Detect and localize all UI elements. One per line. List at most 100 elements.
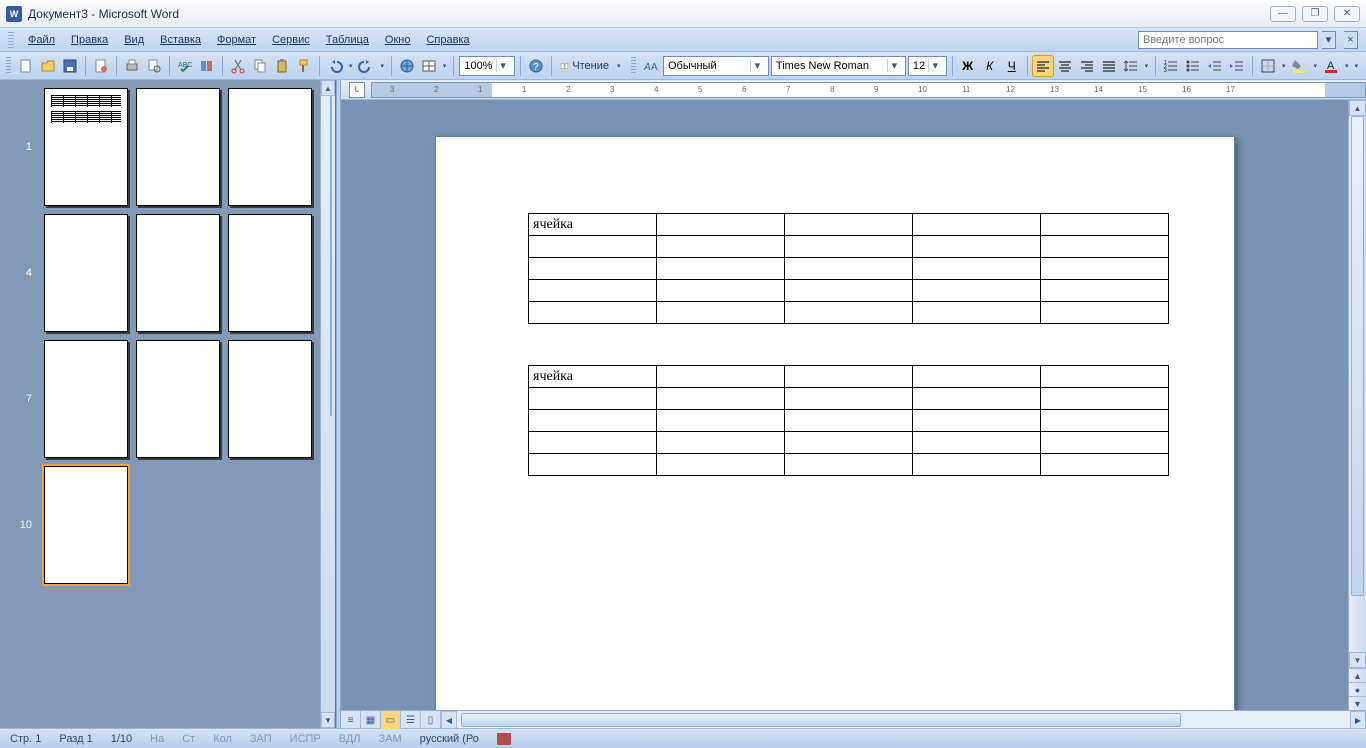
new-doc-button[interactable] <box>16 56 36 76</box>
bullets-button[interactable] <box>1183 56 1203 76</box>
table-cell[interactable] <box>657 280 785 302</box>
table-cell[interactable] <box>529 258 657 280</box>
table-cell[interactable] <box>785 214 913 236</box>
table-cell[interactable] <box>529 236 657 258</box>
read-mode-button[interactable]: Чтение <box>556 56 613 76</box>
web-view-button[interactable]: ▦ <box>361 711 381 729</box>
redo-button[interactable] <box>356 56 376 76</box>
status-page-counter[interactable]: 1/10 <box>111 733 132 745</box>
status-trk[interactable]: ИСПР <box>290 733 321 745</box>
table-cell[interactable] <box>657 388 785 410</box>
menu-insert[interactable]: Вставка <box>154 32 207 48</box>
table-cell[interactable] <box>785 454 913 476</box>
ask-question-box[interactable]: Введите вопрос <box>1138 31 1318 49</box>
scroll-right-icon[interactable]: ▶ <box>1350 711 1366 729</box>
scroll-thumb[interactable] <box>330 96 332 416</box>
save-button[interactable] <box>60 56 80 76</box>
toolbar-overflow-2[interactable]: ▾ <box>1353 62 1361 70</box>
normal-view-button[interactable]: ≡ <box>341 711 361 729</box>
table-cell[interactable] <box>913 432 1041 454</box>
thumbnail-page[interactable] <box>136 340 220 458</box>
table-cell[interactable] <box>1041 236 1169 258</box>
thumbnail-page[interactable] <box>228 340 312 458</box>
menu-tools[interactable]: Сервис <box>266 32 316 48</box>
browse-object-icon[interactable]: ● <box>1349 682 1366 696</box>
numbering-button[interactable]: 123 <box>1161 56 1181 76</box>
table-cell[interactable] <box>657 236 785 258</box>
status-page[interactable]: Стр. 1 <box>10 733 41 745</box>
redo-dropdown[interactable]: ▾ <box>378 62 386 70</box>
table-cell[interactable] <box>1041 432 1169 454</box>
restore-button[interactable]: ❐ <box>1302 6 1328 22</box>
table-cell[interactable] <box>913 258 1041 280</box>
menu-window[interactable]: Окно <box>379 32 417 48</box>
align-center-button[interactable] <box>1055 56 1075 76</box>
zoom-combo[interactable]: 100%▾ <box>459 56 514 76</box>
table-cell[interactable] <box>785 280 913 302</box>
table-cell[interactable] <box>785 236 913 258</box>
highlight-dropdown[interactable]: ▾ <box>1311 62 1319 70</box>
format-painter-button[interactable] <box>294 56 314 76</box>
menu-file[interactable]: Файл <box>22 32 61 48</box>
table-cell[interactable] <box>529 388 657 410</box>
table-cell[interactable] <box>1041 258 1169 280</box>
table-dropdown[interactable]: ▾ <box>441 62 449 70</box>
menu-grip[interactable] <box>8 32 14 48</box>
table-cell[interactable] <box>657 432 785 454</box>
align-right-button[interactable] <box>1077 56 1097 76</box>
menu-table[interactable]: Таблица <box>320 32 375 48</box>
table-cell[interactable] <box>657 454 785 476</box>
table-cell[interactable] <box>1041 366 1169 388</box>
research-button[interactable] <box>197 56 217 76</box>
toolbar-overflow-1[interactable]: ▾ <box>615 62 623 70</box>
table-cell[interactable]: ячейка <box>529 214 657 236</box>
thumbnail-page[interactable] <box>44 88 128 206</box>
help-button[interactable]: ? <box>526 56 546 76</box>
reading-view-button[interactable]: ▯ <box>421 711 441 729</box>
font-size-combo[interactable]: 12▾ <box>908 56 947 76</box>
undo-dropdown[interactable]: ▾ <box>347 62 355 70</box>
status-section[interactable]: Разд 1 <box>59 733 92 745</box>
table-cell[interactable] <box>1041 302 1169 324</box>
table-cell[interactable] <box>1041 410 1169 432</box>
thumbnail-page[interactable] <box>136 214 220 332</box>
permission-button[interactable] <box>91 56 111 76</box>
increase-indent-button[interactable] <box>1227 56 1247 76</box>
close-button[interactable]: ✕ <box>1334 6 1360 22</box>
next-page-icon[interactable]: ▼ <box>1349 696 1366 710</box>
thumbnail-page[interactable] <box>44 466 128 584</box>
table-cell[interactable] <box>913 236 1041 258</box>
table-cell[interactable] <box>913 410 1041 432</box>
print-button[interactable] <box>122 56 142 76</box>
table-cell[interactable] <box>785 432 913 454</box>
borders-dropdown[interactable]: ▾ <box>1280 62 1288 70</box>
close-doc-button[interactable]: × <box>1344 31 1358 49</box>
align-left-button[interactable] <box>1033 56 1053 76</box>
highlight-button[interactable] <box>1289 56 1309 76</box>
table-cell[interactable] <box>657 366 785 388</box>
tab-selector-button[interactable]: L <box>349 82 365 98</box>
bold-button[interactable]: Ж <box>958 56 978 76</box>
document-table-1[interactable]: ячейка <box>528 213 1169 324</box>
status-ext[interactable]: ВДЛ <box>339 733 361 745</box>
decrease-indent-button[interactable] <box>1205 56 1225 76</box>
thumbnails-scrollbar[interactable]: ▲ ▼ <box>320 80 335 728</box>
table-cell[interactable] <box>785 258 913 280</box>
scroll-left-icon[interactable]: ◀ <box>441 711 457 729</box>
thumbnail-page[interactable] <box>136 88 220 206</box>
open-button[interactable] <box>38 56 58 76</box>
style-combo[interactable]: Обычный▾ <box>663 56 769 76</box>
align-justify-button[interactable] <box>1099 56 1119 76</box>
borders-button[interactable] <box>1258 56 1278 76</box>
table-cell[interactable] <box>657 410 785 432</box>
cut-button[interactable] <box>228 56 248 76</box>
document-table-2[interactable]: ячейка <box>528 365 1169 476</box>
table-cell[interactable] <box>913 302 1041 324</box>
table-cell[interactable] <box>913 454 1041 476</box>
menu-edit[interactable]: Правка <box>65 32 114 48</box>
hscroll-thumb[interactable] <box>461 713 1181 727</box>
underline-button[interactable]: Ч <box>1002 56 1022 76</box>
horizontal-scrollbar[interactable]: ◀ ▶ <box>441 711 1366 728</box>
thumbnail-page[interactable] <box>44 340 128 458</box>
table-cell[interactable] <box>1041 280 1169 302</box>
